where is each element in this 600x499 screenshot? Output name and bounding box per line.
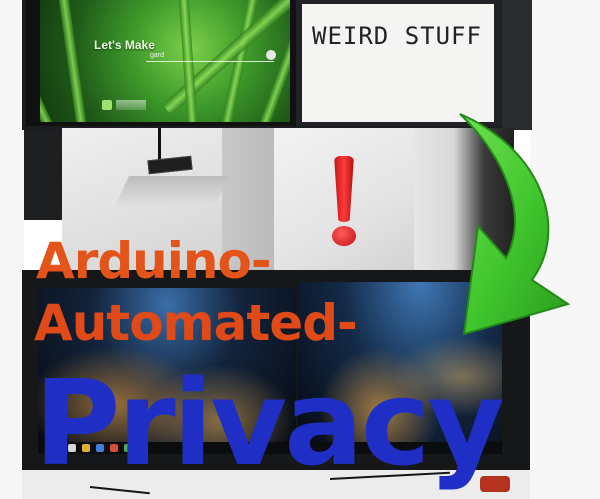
search-input[interactable]: gard (146, 50, 276, 62)
curved-arrow-icon (459, 113, 571, 336)
grass-blade (54, 0, 90, 122)
title-line-privacy: Privacy (34, 354, 505, 492)
exclamation-bar (334, 156, 354, 222)
logo-text-block (116, 100, 146, 110)
exclamation-photo (274, 128, 414, 274)
weird-stuff-text: WEIRD STUFF (312, 22, 482, 50)
arrow-shape (459, 113, 571, 336)
wall-shelf (115, 176, 229, 206)
logo-icon (102, 100, 112, 110)
paper-sign: WEIRD STUFF (302, 4, 494, 122)
search-icon[interactable] (266, 50, 276, 60)
sensor-cable (158, 128, 161, 162)
left-monitor: Let's Make gard (26, 0, 296, 126)
collage-canvas: Let's Make gard WEIRD STUFF Arduino- Aut… (0, 0, 600, 499)
title-line-automated: Automated- (34, 294, 358, 352)
grass-blade (40, 0, 60, 122)
exclamation-dot (332, 226, 356, 246)
search-text: gard (150, 52, 165, 59)
left-shadow-block (24, 130, 62, 220)
left-wall (0, 0, 24, 499)
sensor-board (147, 155, 193, 175)
title-line-arduino: Arduino- (36, 232, 272, 290)
